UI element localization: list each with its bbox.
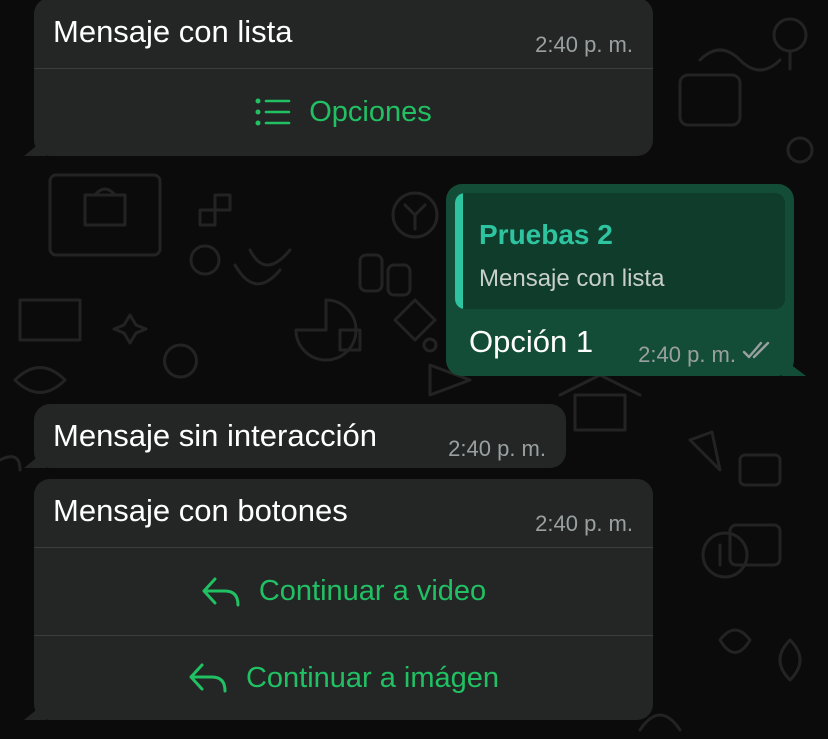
quoted-text: Mensaje con lista <box>479 265 665 292</box>
plain-message-bubble: Mensaje sin interacción 2:40 p. m. <box>34 404 566 468</box>
message-text: Mensaje con botones <box>53 493 348 528</box>
reply-icon <box>188 662 228 694</box>
reply-icon <box>201 576 241 608</box>
quote-accent-bar <box>455 193 463 309</box>
reply-message-bubble: Pruebas 2 Mensaje con lista Opción 1 2:4… <box>446 184 794 376</box>
quoted-author: Pruebas 2 <box>479 219 613 250</box>
message-timestamp: 2:40 p. m. <box>638 342 736 367</box>
list-options-button[interactable]: Opciones <box>34 69 653 155</box>
list-message-bubble: Mensaje con lista 2:40 p. m. Opciones <box>34 0 653 156</box>
list-options-label: Opciones <box>309 95 432 128</box>
message-timestamp: 2:40 p. m. <box>448 436 546 461</box>
buttons-message-bubble: Mensaje con botones 2:40 p. m. Continuar… <box>34 479 653 720</box>
continue-video-button[interactable]: Continuar a video <box>34 548 653 635</box>
message-timestamp: 2:40 p. m. <box>535 32 633 57</box>
double-check-icon <box>742 340 772 365</box>
continue-image-button[interactable]: Continuar a imágen <box>34 636 653 720</box>
message-text: Mensaje con lista <box>53 14 293 49</box>
quoted-message[interactable]: Pruebas 2 Mensaje con lista <box>455 193 785 309</box>
message-text: Mensaje sin interacción <box>53 418 377 453</box>
message-text: Opción 1 <box>469 324 594 359</box>
continue-image-label: Continuar a imágen <box>245 661 500 694</box>
message-timestamp: 2:40 p. m. <box>535 511 633 536</box>
continue-video-label: Continuar a video <box>258 575 487 607</box>
list-icon <box>255 98 291 126</box>
